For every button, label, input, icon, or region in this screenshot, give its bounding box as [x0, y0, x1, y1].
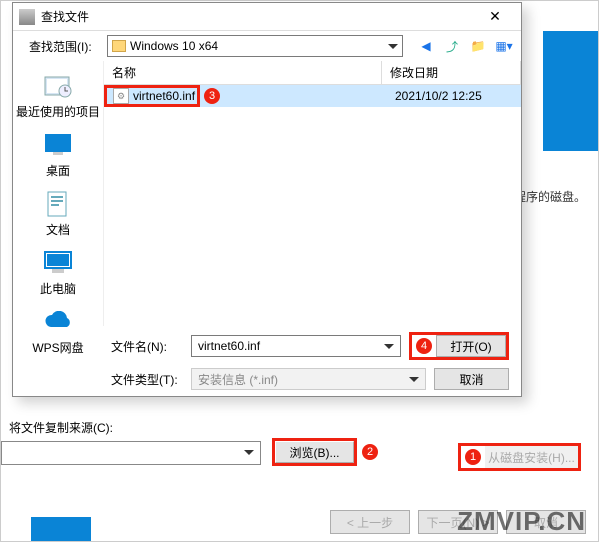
file-open-dialog: 查找文件 ✕ 查找范围(I): Windows 10 x64 ◀ ⤴ 📁 ▦▾ … [12, 2, 522, 397]
titlebar: 查找文件 ✕ [13, 3, 521, 31]
view-icon[interactable]: ▦▾ [495, 37, 513, 55]
cloud-icon [41, 307, 75, 337]
bg-hint-text: 程序的磁盘。 [514, 188, 586, 205]
computer-icon [41, 248, 75, 278]
disk-install-label: 从磁盘安装(H)... [488, 449, 575, 466]
col-modified[interactable]: 修改日期 [382, 61, 521, 84]
filename-input[interactable]: virtnet60.inf [191, 335, 401, 357]
sidebar-item-label: 桌面 [46, 162, 70, 179]
filetype-label: 文件类型(T): [111, 371, 183, 388]
prev-button[interactable]: < 上一步 [330, 510, 410, 534]
badge-2: 2 [362, 444, 378, 460]
lookin-label: 查找范围(I): [29, 38, 101, 55]
filename-row: 文件名(N): virtnet60.inf 4 打开(O) [111, 332, 509, 360]
browse-button[interactable]: 浏览(B)... [275, 441, 354, 463]
column-headers: 名称 修改日期 [104, 61, 521, 85]
sidebar-item-recent[interactable]: 最近使用的项目 [13, 67, 103, 124]
blue-side-area [543, 31, 598, 151]
browse-button-label: 浏览(B)... [290, 444, 340, 461]
sidebar-item-label: 此电脑 [40, 280, 76, 297]
back-icon[interactable]: ◀ [417, 37, 435, 55]
file-modified: 2021/10/2 12:25 [391, 89, 521, 103]
sidebar-item-label: WPS网盘 [32, 339, 83, 356]
lookin-combo[interactable]: Windows 10 x64 [107, 35, 403, 57]
close-button[interactable]: ✕ [475, 7, 515, 27]
filetype-value: 安装信息 (*.inf) [198, 371, 278, 388]
sidebar-item-desktop[interactable]: 桌面 [13, 126, 103, 183]
cancel-button[interactable]: 取消 [434, 368, 509, 390]
sidebar-item-label: 文档 [46, 221, 70, 238]
cancel-label: 取消 [459, 371, 483, 388]
file-list[interactable]: ⚙ virtnet60.inf 3 2021/10/2 12:25 [104, 85, 521, 326]
blue-bottom-band [31, 517, 91, 541]
open-annotation: 4 打开(O) [409, 332, 509, 360]
filetype-combo[interactable]: 安装信息 (*.inf) [191, 368, 426, 390]
file-name: virtnet60.inf [133, 89, 195, 103]
documents-icon [41, 189, 75, 219]
app-icon [19, 9, 35, 25]
up-icon[interactable]: ⤴ [443, 37, 461, 55]
file-list-area: 名称 修改日期 ⚙ virtnet60.inf 3 2021/10/2 12:2… [103, 61, 521, 326]
col-name[interactable]: 名称 [104, 61, 382, 84]
copy-source-label: 将文件复制来源(C): [9, 419, 113, 436]
filename-value: virtnet60.inf [198, 339, 260, 353]
nav-icons: ◀ ⤴ 📁 ▦▾ [409, 37, 513, 55]
browse-annotation: 浏览(B)... [272, 438, 357, 466]
sidebar-item-thispc[interactable]: 此电脑 [13, 244, 103, 301]
watermark: ZMVIP.CN [457, 506, 586, 537]
folder-icon [112, 40, 126, 52]
open-button[interactable]: 打开(O) [436, 335, 506, 357]
file-row[interactable]: ⚙ virtnet60.inf 3 2021/10/2 12:25 [104, 85, 521, 107]
chevron-down-icon [384, 344, 394, 354]
new-folder-icon[interactable]: 📁 [469, 37, 487, 55]
badge-1: 1 [465, 449, 481, 465]
filetype-row: 文件类型(T): 安装信息 (*.inf) 取消 [111, 368, 509, 390]
sidebar-item-wps[interactable]: WPS网盘 [13, 303, 103, 360]
badge-4: 4 [416, 338, 432, 354]
body-area: 最近使用的项目 桌面 文档 此电脑 [13, 61, 521, 326]
sidebar-item-documents[interactable]: 文档 [13, 185, 103, 242]
chevron-down-icon [409, 377, 419, 387]
desktop-icon [41, 130, 75, 160]
badge-3: 3 [204, 88, 220, 104]
disk-install-annotation: 1 从磁盘安装(H)... [458, 443, 581, 471]
chevron-down-icon [388, 44, 398, 54]
copy-source-combo[interactable] [1, 441, 261, 465]
file-name-annotation: ⚙ virtnet60.inf [104, 85, 200, 107]
sidebar-item-label: 最近使用的项目 [16, 103, 100, 120]
open-label: 打开(O) [450, 338, 491, 355]
lookin-row: 查找范围(I): Windows 10 x64 ◀ ⤴ 📁 ▦▾ [13, 31, 521, 61]
current-folder: Windows 10 x64 [130, 39, 218, 53]
disk-install-button[interactable]: 从磁盘安装(H)... [485, 446, 578, 468]
places-sidebar: 最近使用的项目 桌面 文档 此电脑 [13, 61, 103, 326]
recent-icon [41, 71, 75, 101]
inf-file-icon: ⚙ [113, 88, 129, 104]
filename-label: 文件名(N): [111, 338, 183, 355]
dialog-title: 查找文件 [41, 8, 475, 25]
